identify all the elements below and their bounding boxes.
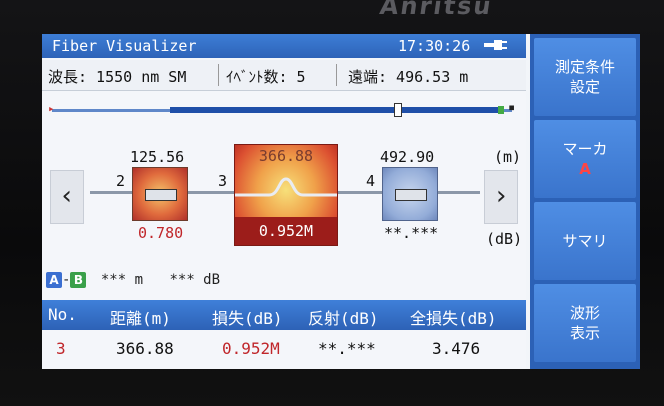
cell-no: 3 (56, 339, 66, 358)
marker-b-icon: B (70, 272, 87, 288)
event-number: 3 (218, 172, 228, 190)
marker-selection: A (579, 160, 591, 178)
header-distance: 距離(m) (110, 309, 171, 328)
power-plug-icon (482, 38, 508, 56)
event-icon-connector[interactable] (382, 167, 438, 221)
event-number: 4 (366, 172, 376, 190)
event-loss: **.*** (384, 224, 439, 242)
title-bar: Fiber Visualizer 17:30:26 (42, 34, 526, 58)
event-icon-selected[interactable]: 366.88 0.952M (234, 144, 338, 246)
connector-icon (145, 189, 177, 201)
table-row[interactable]: 3 366.88 0.952M **.*** 3.476 (42, 334, 526, 364)
info-bar: 波長: 1550 nm SM ｲﾍﾞﾝﾄ数: 5 遠端: 496.53 m (42, 60, 526, 91)
event-number: 2 (116, 172, 126, 190)
marker-a-icon: A (46, 272, 62, 288)
summary-button[interactable]: サマリ (534, 202, 636, 280)
connector-icon (395, 189, 427, 201)
trace-overview-bar[interactable]: ▸ ▪ (48, 100, 522, 117)
header-total-loss: 全損失(dB) (410, 309, 497, 328)
waveform-display-button[interactable]: 波形 表示 (534, 284, 636, 362)
ab-distance: *** m (100, 272, 144, 288)
dash: - (62, 272, 71, 288)
measure-settings-button[interactable]: 測定条件 設定 (534, 38, 636, 116)
ab-marker-row: A-B *** m *** dB (46, 272, 220, 288)
next-event-button[interactable]: › (484, 170, 518, 224)
distance-unit: (m) (494, 148, 522, 166)
header-no: No. (48, 305, 77, 324)
start-marker-icon: ▸ (48, 102, 55, 115)
end-flag-icon: ▪ (508, 100, 516, 114)
wavelength-label: 波長: 1550 nm SM (48, 68, 187, 86)
ab-loss: *** dB (169, 272, 221, 288)
screen: Fiber Visualizer 17:30:26 波長: 1550 nm SM… (42, 34, 640, 369)
overview-window[interactable] (170, 107, 504, 113)
button-label: マーカ (562, 140, 608, 158)
brand-logo: Anritsu (378, 0, 495, 20)
divider (218, 64, 219, 86)
event-loss: 0.952M (235, 217, 337, 245)
cell-distance: 366.88 (116, 339, 174, 358)
button-label: 測定条件 設定 (554, 58, 615, 96)
event-table-header: No. 距離(m) 損失(dB) 反射(dB) 全損失(dB) (42, 300, 526, 330)
button-label: サマリ (562, 232, 608, 250)
event-icon-connector[interactable] (132, 167, 188, 221)
far-end-label: 遠端: 496.53 m (348, 68, 469, 86)
prev-event-button[interactable]: ‹ (50, 170, 84, 224)
app-title: Fiber Visualizer (52, 37, 197, 55)
marker-button[interactable]: マーカ A (534, 120, 636, 198)
event-loss: 0.780 (138, 224, 184, 242)
end-marker (498, 106, 504, 114)
main-panel: Fiber Visualizer 17:30:26 波長: 1550 nm SM… (42, 34, 526, 369)
clock: 17:30:26 (398, 37, 471, 55)
cell-reflection: **.*** (318, 339, 376, 358)
soft-key-panel: 測定条件 設定 マーカ A サマリ 波形 表示 (530, 34, 640, 369)
button-label: 波形 表示 (569, 304, 600, 342)
cell-loss: 0.952M (222, 339, 280, 358)
header-reflection: 反射(dB) (308, 309, 379, 328)
event-distance: 492.90 (380, 148, 435, 166)
cell-total-loss: 3.476 (432, 339, 481, 358)
event-distance: 125.56 (130, 148, 185, 166)
event-count-label: ｲﾍﾞﾝﾄ数: 5 (226, 68, 306, 86)
header-loss: 損失(dB) (212, 309, 283, 328)
divider (336, 64, 337, 86)
loss-unit: (dB) (486, 230, 523, 248)
position-marker[interactable] (394, 103, 402, 117)
